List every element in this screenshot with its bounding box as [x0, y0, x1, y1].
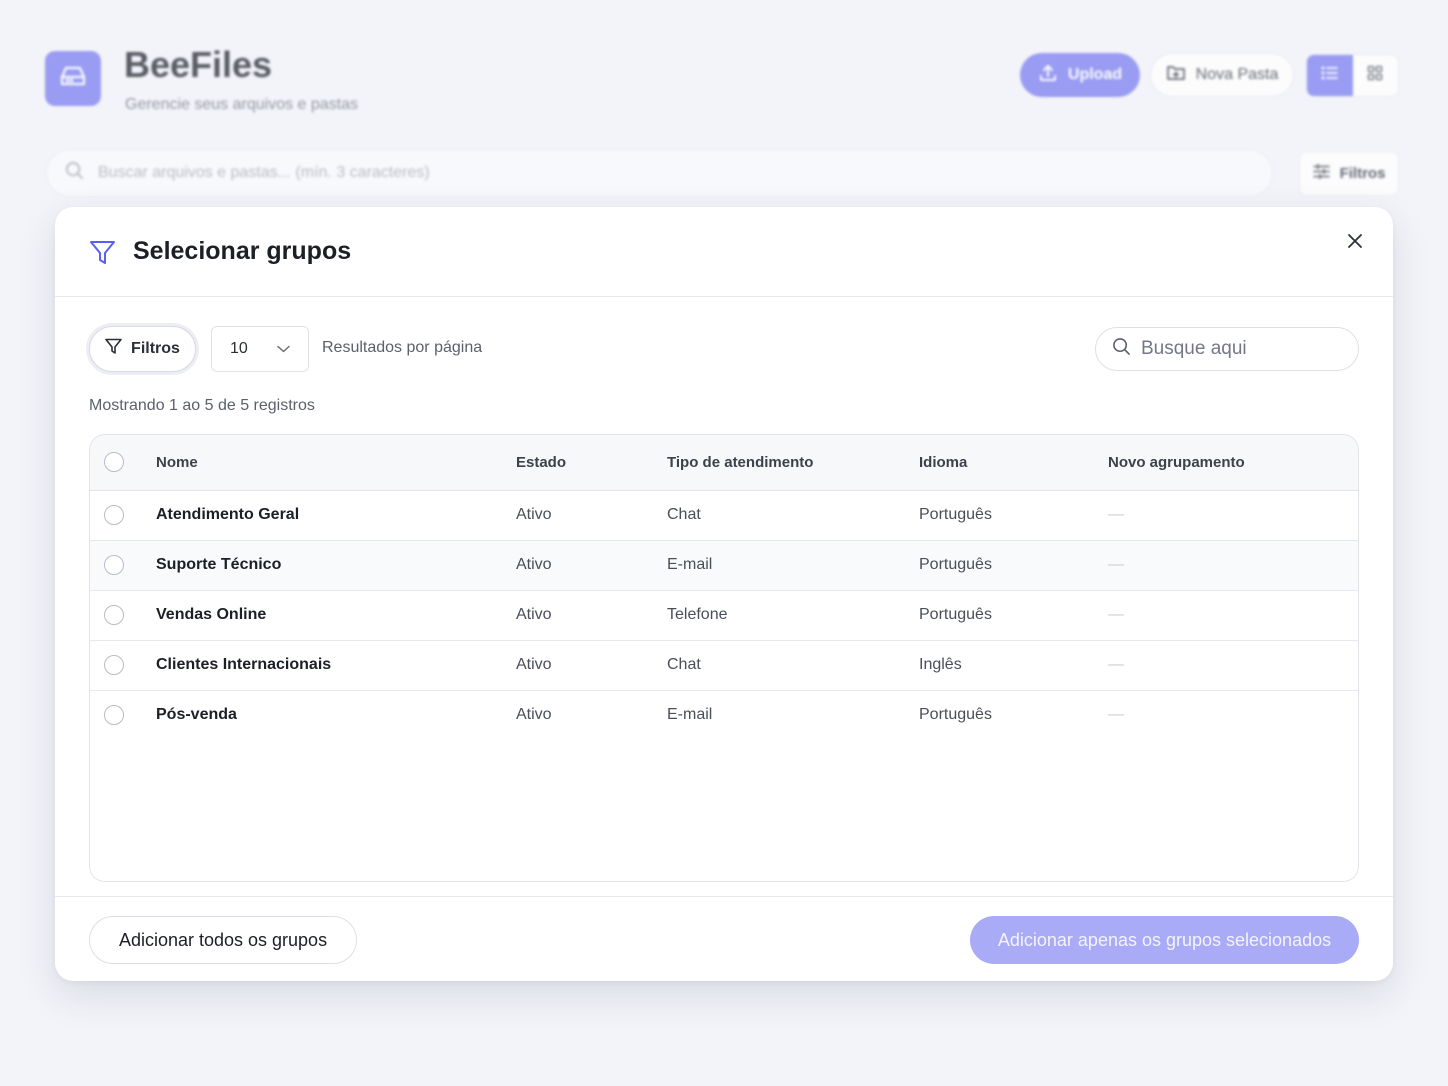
row-select-radio[interactable]	[104, 655, 124, 675]
row-select-radio[interactable]	[104, 505, 124, 525]
cell-tipo: Telefone	[667, 606, 728, 623]
view-toggle	[1306, 54, 1399, 97]
cell-idioma: Português	[919, 556, 992, 573]
search-icon	[65, 161, 84, 185]
cell-agrupamento: —	[1108, 606, 1124, 623]
upload-label: Upload	[1067, 66, 1123, 83]
cell-estado: Ativo	[516, 506, 552, 523]
select-all-radio[interactable]	[104, 452, 124, 473]
modal-toolbar: Filtros 10 Resultados por página	[89, 325, 1359, 373]
cell-agrupamento: —	[1108, 706, 1124, 724]
filters-label: Filtros	[131, 340, 180, 357]
cell-agrupamento: —	[1108, 506, 1124, 523]
drive-icon	[59, 64, 87, 93]
cell-idioma: Português	[919, 606, 992, 623]
grid-view-button[interactable]	[1353, 55, 1399, 96]
upload-icon	[1038, 63, 1058, 88]
cell-estado: Ativo	[516, 706, 552, 724]
file-search-bar[interactable]: Buscar arquivos e pastas... (mín. 3 cara…	[46, 149, 1273, 197]
file-search-placeholder: Buscar arquivos e pastas... (mín. 3 cara…	[98, 164, 430, 181]
filter-icon	[89, 240, 116, 271]
app-title: BeeFiles	[124, 44, 273, 85]
modal-title: Selecionar grupos	[133, 237, 352, 265]
grid-icon	[1367, 65, 1383, 86]
cell-agrupamento: —	[1108, 656, 1124, 673]
new-folder-label: Nova Pasta	[1195, 66, 1279, 83]
list-view-button[interactable]	[1307, 55, 1353, 96]
cell-nome: Suporte Técnico	[156, 556, 282, 573]
add-selected-groups-button[interactable]: Adicionar apenas os grupos selecionados	[970, 916, 1359, 964]
new-folder-button[interactable]: Nova Pasta	[1150, 53, 1294, 97]
cell-tipo: Chat	[667, 656, 701, 673]
sliders-icon	[1312, 163, 1330, 183]
column-header-tipo[interactable]: Tipo de atendimento	[667, 435, 919, 490]
cell-tipo: E-mail	[667, 556, 713, 573]
cell-estado: Ativo	[516, 556, 552, 573]
cell-nome: Pós-venda	[156, 706, 237, 724]
filters-button[interactable]: Filtros	[89, 326, 196, 372]
cell-idioma: Português	[919, 506, 992, 523]
table-row[interactable]: Suporte Técnico Ativo E-mail Português —	[90, 540, 1358, 590]
file-filters-button[interactable]: Filtros	[1299, 151, 1399, 196]
close-button[interactable]	[1341, 229, 1369, 257]
row-select-radio[interactable]	[104, 605, 124, 625]
table-row[interactable]: Vendas Online Ativo Telefone Português —	[90, 590, 1358, 640]
cell-nome: Vendas Online	[156, 606, 267, 623]
group-search-input[interactable]	[1141, 338, 1341, 360]
modal-header: Selecionar grupos	[55, 207, 1393, 297]
column-header-agrupamento[interactable]: Novo agrupamento	[1108, 435, 1358, 490]
per-page-select[interactable]: 10	[211, 326, 309, 372]
cell-agrupamento: —	[1108, 556, 1124, 573]
filter-icon	[105, 338, 122, 360]
chevron-down-icon	[277, 340, 290, 358]
row-select-radio[interactable]	[104, 555, 124, 575]
cell-idioma: Inglês	[919, 656, 962, 673]
cell-idioma: Português	[919, 706, 992, 724]
app-logo	[45, 51, 101, 106]
upload-button[interactable]: Upload	[1020, 53, 1140, 97]
cell-nome: Clientes Internacionais	[156, 656, 332, 673]
folder-plus-icon	[1166, 64, 1186, 87]
column-header-estado[interactable]: Estado	[516, 435, 667, 490]
table-row[interactable]: Clientes Internacionais Ativo Chat Inglê…	[90, 640, 1358, 690]
modal-footer: Adicionar todos os grupos Adicionar apen…	[55, 896, 1393, 981]
cell-tipo: Chat	[667, 506, 701, 523]
add-all-groups-button[interactable]: Adicionar todos os grupos	[89, 916, 357, 964]
per-page-value: 10	[230, 340, 248, 357]
records-info: Mostrando 1 ao 5 de 5 registros	[89, 397, 315, 414]
column-header-idioma[interactable]: Idioma	[919, 435, 1108, 490]
per-page-label: Resultados por página	[322, 339, 483, 356]
search-icon	[1112, 337, 1131, 361]
group-search-field[interactable]	[1095, 327, 1359, 371]
row-select-radio[interactable]	[104, 705, 124, 726]
table-row[interactable]: Pós-venda Ativo E-mail Português —	[90, 690, 1358, 740]
file-filters-label: Filtros	[1339, 165, 1386, 182]
app-subtitle: Gerencie seus arquivos e pastas	[125, 96, 359, 113]
column-header-nome[interactable]: Nome	[156, 435, 516, 490]
cell-estado: Ativo	[516, 656, 552, 673]
select-groups-modal: Selecionar grupos Filtros 10 Resultados …	[55, 207, 1393, 981]
cell-tipo: E-mail	[667, 706, 713, 724]
groups-table: Nome Estado Tipo de atendimento Idioma N…	[89, 434, 1359, 882]
table-row[interactable]: Atendimento Geral Ativo Chat Português —	[90, 490, 1358, 540]
cell-nome: Atendimento Geral	[156, 506, 300, 523]
cell-estado: Ativo	[516, 606, 552, 623]
top-actions: Upload Nova Pasta	[1020, 53, 1294, 97]
table-header-row: Nome Estado Tipo de atendimento Idioma N…	[90, 435, 1358, 490]
close-icon	[1347, 233, 1363, 254]
list-icon	[1321, 65, 1339, 86]
